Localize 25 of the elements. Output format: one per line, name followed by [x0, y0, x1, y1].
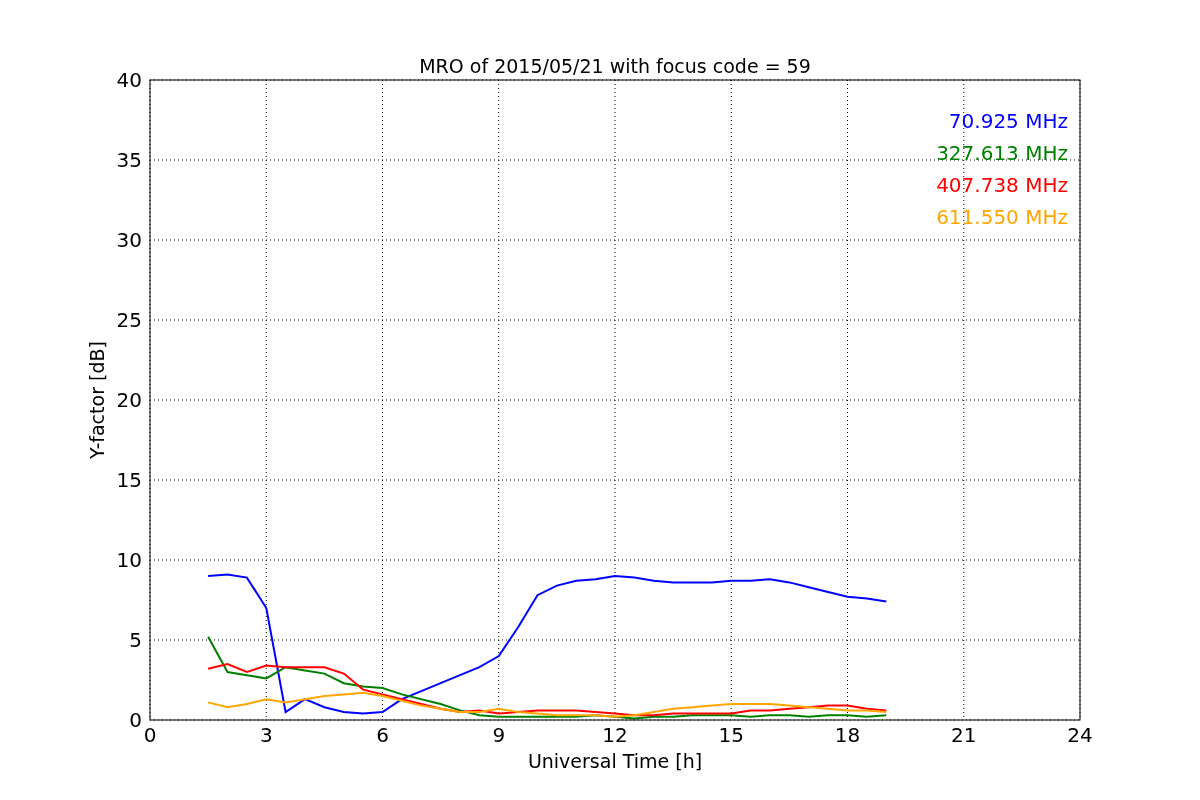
y-axis-label: Y-factor [dB]: [86, 341, 108, 459]
y-tick-label: 20: [116, 388, 142, 412]
legend-label: 327.613 MHz: [936, 141, 1068, 165]
x-tick-label: 15: [718, 723, 744, 747]
chart-title: MRO of 2015/05/21 with focus code = 59: [419, 55, 811, 77]
x-tick-label: 12: [602, 723, 628, 747]
x-tick-label: 9: [492, 723, 506, 747]
y-tick-label: 15: [116, 468, 142, 492]
y-tick-label: 0: [129, 708, 142, 732]
x-tick-label: 0: [143, 723, 157, 747]
y-tick-label: 5: [129, 628, 142, 652]
legend-label: 407.738 MHz: [936, 173, 1068, 197]
y-tick-label: 40: [116, 68, 142, 92]
legend-label: 70.925 MHz: [948, 109, 1068, 133]
y-tick-label: 35: [116, 148, 142, 172]
x-tick-label: 18: [834, 723, 861, 747]
legend-label: 611.550 MHz: [936, 205, 1068, 229]
y-tick-label: 30: [116, 228, 142, 252]
x-tick-label: 3: [259, 723, 273, 747]
x-tick-label: 21: [951, 723, 977, 747]
y-tick-label: 25: [116, 308, 142, 332]
x-axis-label: Universal Time [h]: [527, 750, 703, 772]
x-tick-label: 24: [1067, 723, 1093, 747]
y-tick-label: 10: [116, 548, 142, 572]
x-tick-label: 6: [376, 723, 389, 747]
